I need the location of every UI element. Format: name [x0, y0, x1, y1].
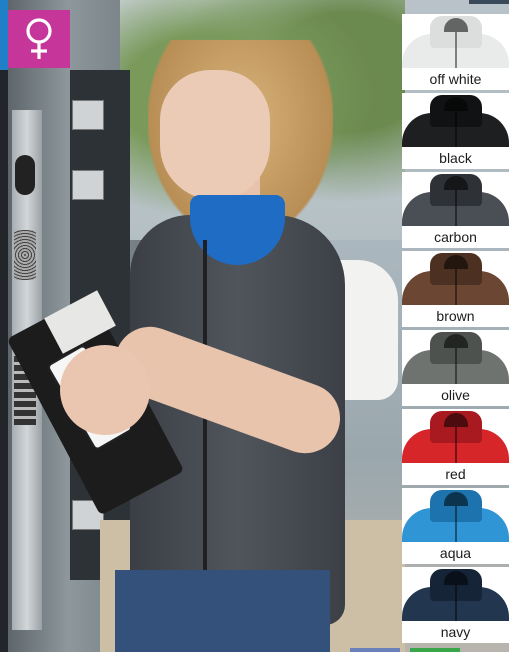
vest-zipper [203, 240, 207, 610]
swatch-zipper [455, 32, 457, 68]
model-jeans [115, 570, 330, 652]
swatch-label: off white [429, 71, 482, 87]
swatch-image [402, 488, 509, 542]
swatch-zipper [455, 269, 457, 305]
swatch-label: olive [441, 387, 470, 403]
color-swatch[interactable]: carbon [402, 172, 509, 248]
swatch-image [402, 93, 509, 147]
swatch-image [402, 409, 509, 463]
swatch-zipper [455, 506, 457, 542]
swatch-image [402, 330, 509, 384]
color-swatch-list: off white black carbon brown olive red aqua nav… [402, 14, 509, 644]
model-face [160, 70, 270, 200]
bottom-strip [410, 648, 460, 652]
swatch-zipper [455, 427, 457, 463]
color-swatch[interactable]: off white [402, 14, 509, 90]
gender-badge [8, 10, 70, 68]
swatch-image [402, 251, 509, 305]
swatch-label: navy [440, 624, 471, 640]
swatch-label: black [439, 150, 472, 166]
swatch-zipper [455, 190, 457, 226]
swatch-label: red [445, 466, 466, 482]
swatch-image [402, 172, 509, 226]
swatch-image [402, 14, 509, 68]
color-swatch[interactable]: olive [402, 330, 509, 406]
swatch-label: brown [436, 308, 475, 324]
color-swatch[interactable]: navy [402, 567, 509, 643]
swatch-label: aqua [439, 545, 472, 561]
color-swatch[interactable]: black [402, 93, 509, 169]
female-symbol-icon [26, 18, 52, 59]
model-hand [60, 345, 150, 435]
color-swatch[interactable]: red [402, 409, 509, 485]
color-swatch[interactable]: aqua [402, 488, 509, 564]
bottom-strip [350, 648, 400, 652]
swatch-image [402, 567, 509, 621]
swatch-label: carbon [434, 229, 477, 245]
color-swatch[interactable]: brown [402, 251, 509, 327]
swatch-zipper [455, 348, 457, 384]
swatch-zipper [455, 111, 457, 147]
top-corner-strip [469, 0, 509, 4]
model-figure [0, 0, 405, 652]
swatch-zipper [455, 585, 457, 621]
